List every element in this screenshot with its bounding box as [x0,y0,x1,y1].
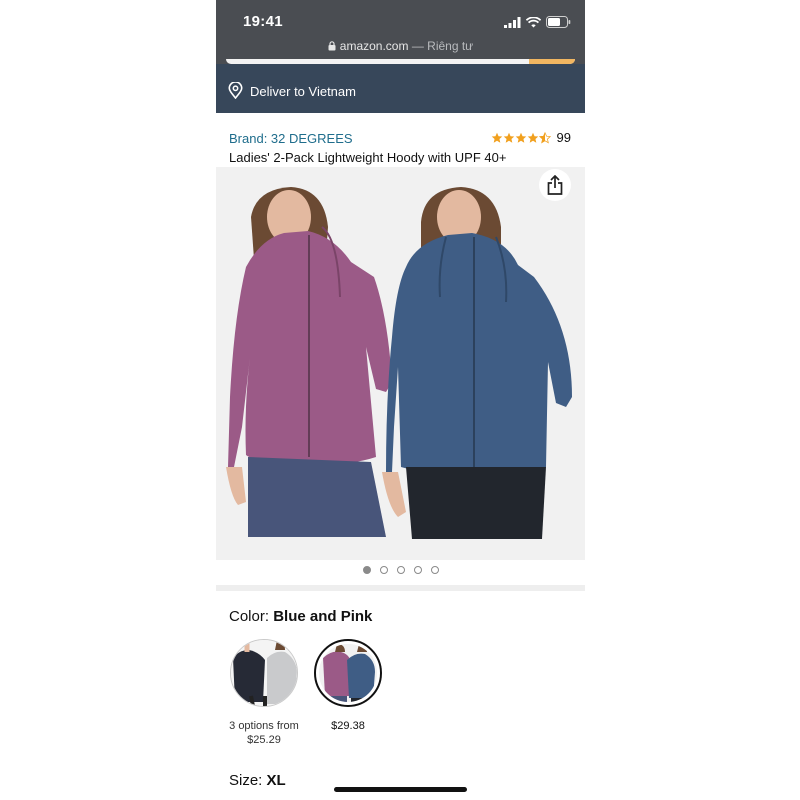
status-time: 19:41 [243,13,283,30]
deliver-text: Deliver to Vietnam [250,84,356,99]
pagination-dot[interactable] [430,566,439,574]
pagination-dot[interactable] [413,566,422,574]
size-label: Size: [229,772,263,789]
product-image[interactable] [216,167,585,560]
status-bar: 19:41 amazon.com — Riêng tư [216,0,585,64]
hoodies-photo [226,187,572,539]
selected-size: XL [266,772,286,789]
blue-pink-hoodies-thumb [319,644,377,702]
share-icon [547,175,563,195]
star-half-icon [538,131,551,144]
signal-icon [504,16,521,28]
url-separator: — [408,39,428,53]
star-icon [515,132,526,143]
rating[interactable]: 99 [491,130,571,145]
location-pin-icon [228,82,243,99]
pagination-dot[interactable] [396,566,405,574]
image-pagination[interactable] [216,566,585,574]
private-label: Riêng tư [427,39,474,53]
brand-link[interactable]: Brand: 32 DEGREES [229,131,353,146]
product-title: Ladies' 2-Pack Lightweight Hoody with UP… [229,150,507,165]
option-price: $25.29 [247,734,281,746]
battery-icon [546,16,571,28]
pagination-dot[interactable] [362,566,371,574]
url-domain: amazon.com [339,39,409,53]
option-caption-multi: 3 options from $25.29 [216,719,312,747]
color-heading: Color: Blue and Pink [229,608,372,625]
rating-count: 99 [556,130,571,145]
option-price: $29.38 [331,720,365,732]
pagination-dot[interactable] [379,566,388,574]
color-option-blue-pink[interactable] [314,639,382,707]
url-bar[interactable]: amazon.com — Riêng tư [216,39,585,53]
selected-color: Blue and Pink [273,608,373,625]
option-caption-blue-pink: $29.38 [314,719,382,733]
star-icon [503,132,514,143]
phone-screen: 19:41 amazon.com — Riêng tư Deliver to V… [216,0,585,800]
home-indicator[interactable] [334,787,467,792]
star-rating [491,131,551,144]
share-button[interactable] [539,169,571,201]
star-icon [491,132,502,143]
black-grey-hoodies-thumb [231,640,297,706]
option-caption-line: 3 options from [229,720,299,732]
star-icon [527,132,538,143]
wifi-icon [526,16,541,27]
blue-pink-thumb [319,644,377,702]
deliver-bar[interactable]: Deliver to Vietnam [216,64,585,113]
lock-icon [328,41,336,51]
section-divider [216,585,585,591]
size-heading: Size: XL [229,772,286,789]
color-option-multi[interactable] [230,639,298,707]
color-label: Color: [229,608,270,625]
status-icons [504,15,571,29]
